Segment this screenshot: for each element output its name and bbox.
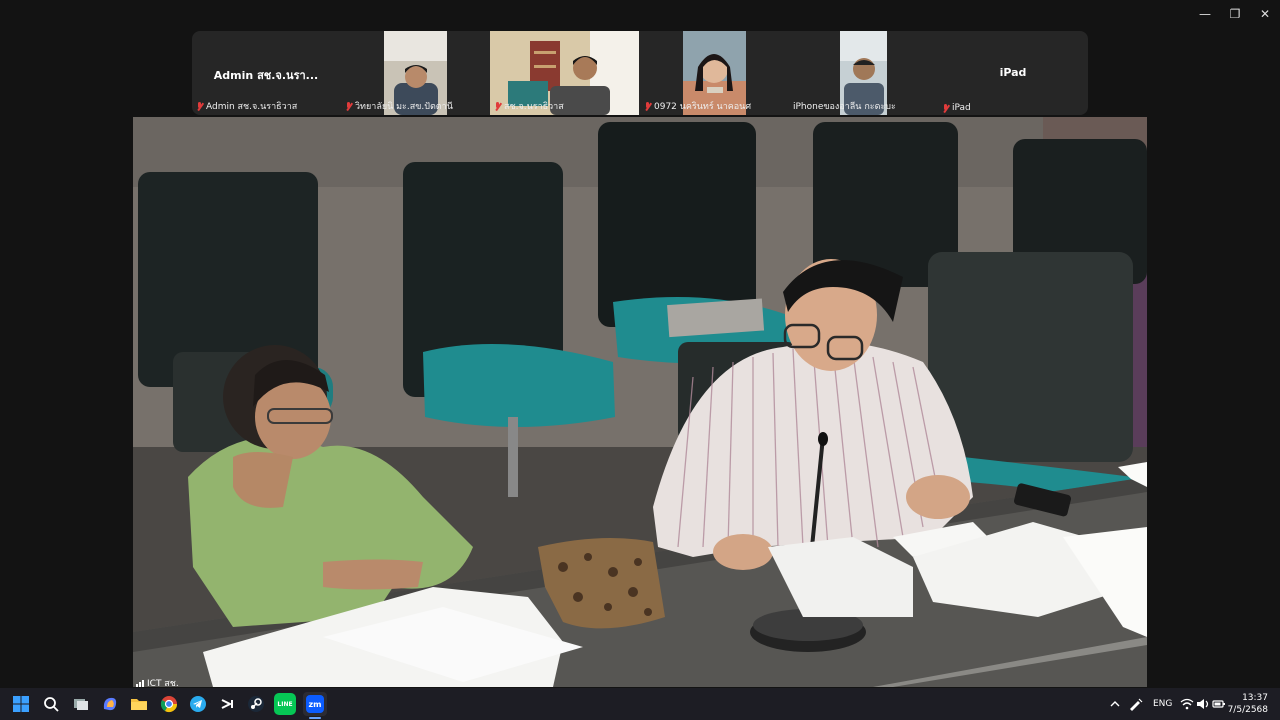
window-controls: — ❐ ✕ [1190, 0, 1280, 28]
participant-label: iPad [942, 103, 971, 113]
close-button[interactable]: ✕ [1250, 0, 1280, 28]
mic-muted-icon [644, 101, 651, 111]
participant-display-name: iPad [999, 66, 1027, 79]
participant-tile[interactable]: iPad iPad [938, 31, 1088, 115]
participant-label: วิทยาลัยนิ มะ.สข.ปัตตานี [345, 99, 453, 113]
file-explorer-icon[interactable] [127, 692, 151, 716]
search-icon[interactable] [39, 692, 63, 716]
signal-icon [136, 679, 144, 687]
taskbar: LINE zm ENG 13:37 7/5/2568 [0, 688, 1280, 720]
start-icon[interactable] [9, 692, 33, 716]
mic-muted-icon [942, 103, 949, 113]
volume-icon[interactable] [1196, 688, 1210, 720]
participant-label: Admin สช.จ.นราธิวาส [196, 99, 297, 113]
participant-tile[interactable]: Admin สช.จ.นรา... Admin สช.จ.นราธิวาส [192, 31, 340, 115]
participant-display-name: Admin สช.จ.นรา... [213, 69, 319, 82]
pen-wifi-icon[interactable] [1128, 688, 1144, 720]
chrome-icon[interactable] [157, 692, 181, 716]
mic-muted-icon [345, 101, 352, 111]
battery-icon[interactable] [1212, 688, 1226, 720]
active-app-indicator [309, 717, 321, 719]
language-indicator[interactable]: ENG [1153, 688, 1172, 720]
participant-tile[interactable]: iPhoneของอาลีน กะดะบะ [789, 31, 937, 115]
mic-muted-icon [196, 101, 203, 111]
participant-tile[interactable]: วิทยาลัยนิ มะ.สข.ปัตตานี [341, 31, 489, 115]
steam-icon[interactable] [244, 692, 268, 716]
participant-label: สช.จ.นราธิวาส [494, 99, 564, 113]
minimize-button[interactable]: — [1190, 0, 1220, 28]
participant-strip: Admin สช.จ.นรา... Admin สช.จ.นราธิวาส วิ… [192, 31, 1088, 115]
participant-tile[interactable]: 0972 นครินทร์ นาคอนศ [640, 31, 788, 115]
show-hidden-icons[interactable] [1110, 688, 1120, 720]
telegram-icon[interactable] [186, 692, 210, 716]
main-video [133, 117, 1147, 687]
time: 13:37 [1242, 693, 1268, 703]
zoom-icon[interactable]: zm [303, 692, 327, 716]
mic-muted-icon [494, 101, 501, 111]
date: 7/5/2568 [1227, 705, 1268, 715]
wifi-icon[interactable] [1180, 688, 1194, 720]
copilot-icon[interactable] [98, 692, 122, 716]
task-view-icon[interactable] [69, 692, 93, 716]
clock[interactable]: 13:37 7/5/2568 [1228, 688, 1268, 720]
participant-tile[interactable]: สช.จ.นราธิวาส [490, 31, 639, 115]
restore-button[interactable]: ❐ [1220, 0, 1250, 28]
capcut-icon[interactable] [215, 692, 239, 716]
line-icon[interactable]: LINE [274, 693, 296, 715]
participant-label: 0972 นครินทร์ นาคอนศ [644, 99, 751, 113]
participant-label: iPhoneของอาลีน กะดะบะ [793, 102, 896, 112]
